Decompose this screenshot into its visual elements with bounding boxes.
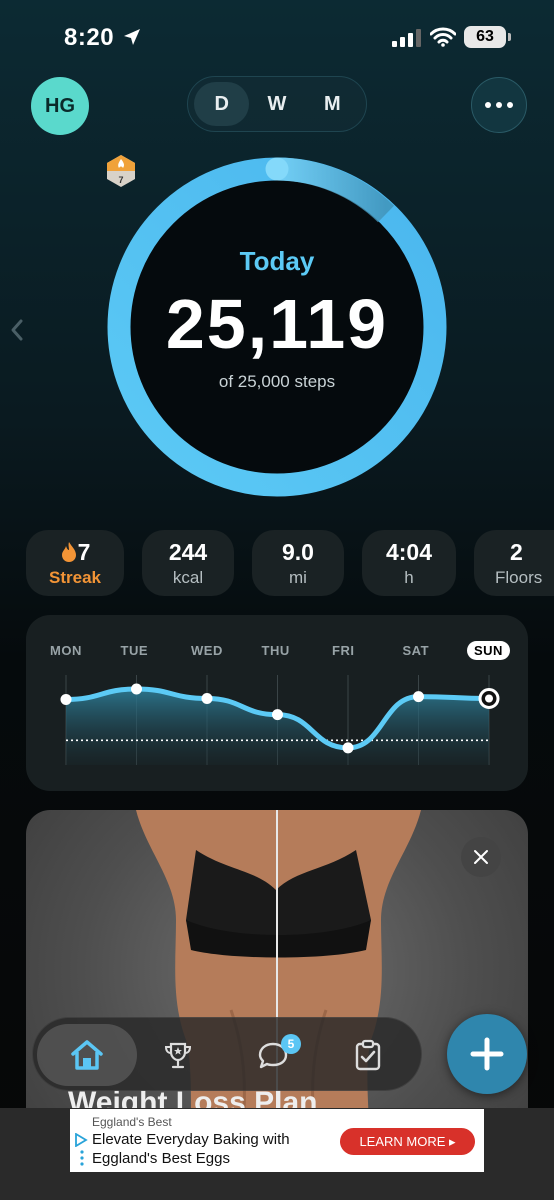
weekly-steps-card[interactable]: MON TUE WED THU FRI SAT SUN [26,615,528,791]
stat-calories[interactable]: 244 kcal [142,530,234,596]
data-point-mon[interactable] [60,693,72,705]
ad-brand: Eggland's Best [92,1115,172,1129]
weekly-steps-chart [60,675,500,765]
location-arrow-icon [124,29,140,45]
step-count: 25,119 [165,285,389,363]
stat-calories-value: 244 [168,539,208,565]
badge-number: 7 [118,175,123,185]
tab-messages[interactable]: 5 [223,1024,323,1086]
stat-calories-label: kcal [172,568,204,587]
data-point-fri[interactable] [342,742,354,754]
avatar[interactable]: HG [31,77,89,135]
ad-banner[interactable]: Eggland's Best Elevate Everyday Baking w… [70,1109,484,1172]
chevron-left-icon[interactable] [9,318,25,342]
more-dot [507,102,513,108]
data-point-wed[interactable] [201,693,213,704]
ad-cta-label: LEARN MORE [359,1134,446,1149]
stat-time-value: 4:04 [385,539,433,565]
ad-learn-more-button[interactable]: LEARN MORE ▸ [340,1128,475,1155]
messages-badge: 5 [281,1034,301,1054]
stat-streak-value: 7 [77,539,91,565]
stat-distance-value: 9.0 [282,539,314,565]
segment-week[interactable]: W [249,82,304,126]
stat-streak[interactable]: 7 Streak [26,530,124,596]
tab-home[interactable] [37,1024,137,1086]
period-segmented-control[interactable]: D W M [187,76,367,132]
stat-time-label: h [404,568,414,587]
home-icon [71,1040,103,1070]
more-dot [485,102,491,108]
stat-streak-label: Streak [49,568,101,587]
segment-day[interactable]: D [194,82,250,126]
close-promo-button[interactable] [461,837,501,877]
clipboard-check-icon [355,1039,381,1071]
streak-badge-icon[interactable]: 7 [104,154,138,188]
add-button[interactable] [447,1014,527,1094]
trophy-icon [164,1042,192,1069]
ad-text: Elevate Everyday Baking with Eggland's B… [92,1131,290,1167]
stat-distance[interactable]: 9.0 mi [252,530,344,596]
more-options-button[interactable] [471,77,527,133]
status-bar: 8:20 63 [0,0,554,70]
steps-ring[interactable]: Today 25,119 of 25,000 steps 7 [104,154,450,500]
data-point-thu[interactable] [272,709,283,721]
stat-distance-label: mi [289,568,307,587]
battery-indicator: 63 [464,26,511,48]
stat-active-time[interactable]: 4:04 h [362,530,456,596]
plus-icon [470,1037,504,1071]
segment-month[interactable]: M [305,82,360,126]
flame-icon [61,542,76,562]
ad-cta-arrow-icon: ▸ [449,1134,456,1149]
selected-point-center [485,694,493,703]
ad-choices-icon[interactable] [74,1133,88,1147]
step-goal: of 25,000 steps [218,372,336,391]
data-point-tue[interactable] [131,683,142,695]
wifi-icon [430,27,456,47]
more-dot [496,102,502,108]
status-time: 8:20 [64,24,115,51]
ring-period-label: Today [239,246,315,276]
tab-challenges[interactable] [128,1024,228,1086]
stat-floors-value: 2 [510,539,523,565]
close-icon [474,850,488,864]
cellular-signal-icon [392,29,421,47]
data-point-sat[interactable] [413,691,424,703]
stat-floors-label: Floors [495,568,543,587]
ring-start-cap [265,157,289,181]
stat-streak-value-row: 7 [26,539,124,566]
tab-bar: 5 [32,1017,422,1091]
stat-floors[interactable]: 2 Floors [474,530,554,596]
tab-plans[interactable] [318,1024,418,1086]
ad-options-icon[interactable] [79,1149,85,1167]
